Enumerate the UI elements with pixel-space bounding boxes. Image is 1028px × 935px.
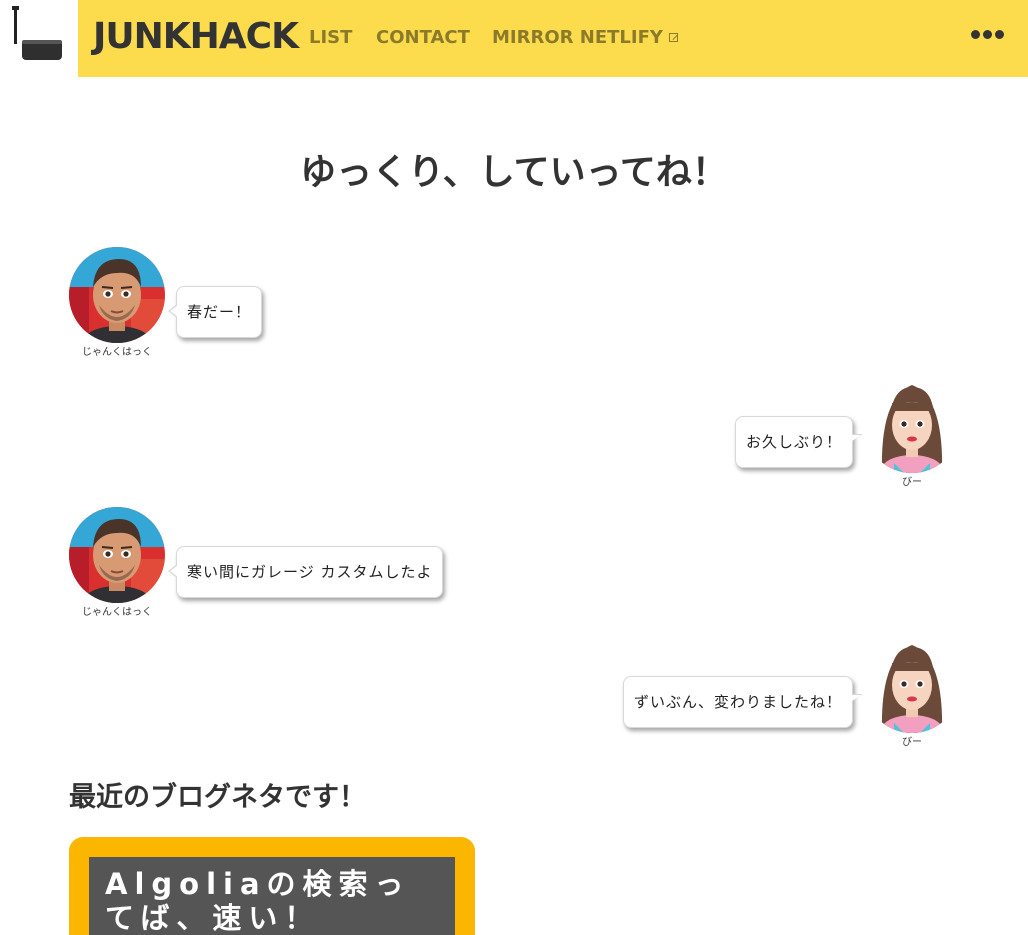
ellipsis-icon[interactable]: [971, 30, 1004, 39]
chat-bubble: 春だー！: [167, 286, 263, 338]
media-box-icon: [12, 6, 62, 60]
card-title[interactable]: Algoliaの検索ってば、速い！: [105, 867, 439, 935]
chat-avatar-junkhack: [69, 507, 165, 603]
nav-contact-link[interactable]: CONTACT: [376, 27, 470, 48]
female-avatar-icon: [864, 637, 960, 733]
page-title: ゆっくり、していってね！: [300, 152, 728, 193]
site-header: JUNKHACK LIST CONTACT MIRROR NETLIFY: [0, 0, 1028, 77]
speaker-name: じゃんくはっく: [82, 607, 152, 618]
recent-posts-heading: 最近のブログネタです！: [69, 782, 366, 813]
chat-avatar-bee: [864, 637, 960, 733]
female-avatar-icon: [864, 377, 960, 473]
recent-post-card[interactable]: Algoliaの検索ってば、速い！: [69, 837, 475, 935]
chat-bubble: お久しぶり！: [735, 416, 864, 468]
nav-mirror-netlify-label: MIRROR NETLIFY: [492, 27, 663, 48]
external-link-icon: [668, 33, 678, 42]
speaker-name: じゃんくはっく: [82, 347, 152, 358]
site-logo[interactable]: [0, 0, 78, 77]
speaker-name: びー: [902, 477, 922, 488]
header-bar: JUNKHACK LIST CONTACT MIRROR NETLIFY: [78, 0, 1028, 77]
chat-bubble: ずいぶん、変わりましたね！: [623, 676, 864, 728]
nav-mirror-netlify-link[interactable]: MIRROR NETLIFY: [492, 27, 678, 48]
chat-avatar-bee: [864, 377, 960, 473]
male-avatar-icon: [69, 247, 165, 343]
chat-bubble: 寒い間にガレージ カスタムしたよ: [167, 546, 444, 598]
card-title-box: Algoliaの検索ってば、速い！: [89, 857, 455, 935]
male-avatar-icon: [69, 507, 165, 603]
speaker-name: びー: [902, 737, 922, 748]
chat-avatar-junkhack: [69, 247, 165, 343]
site-brand[interactable]: JUNKHACK: [93, 16, 299, 57]
nav-list-link[interactable]: LIST: [309, 27, 352, 48]
